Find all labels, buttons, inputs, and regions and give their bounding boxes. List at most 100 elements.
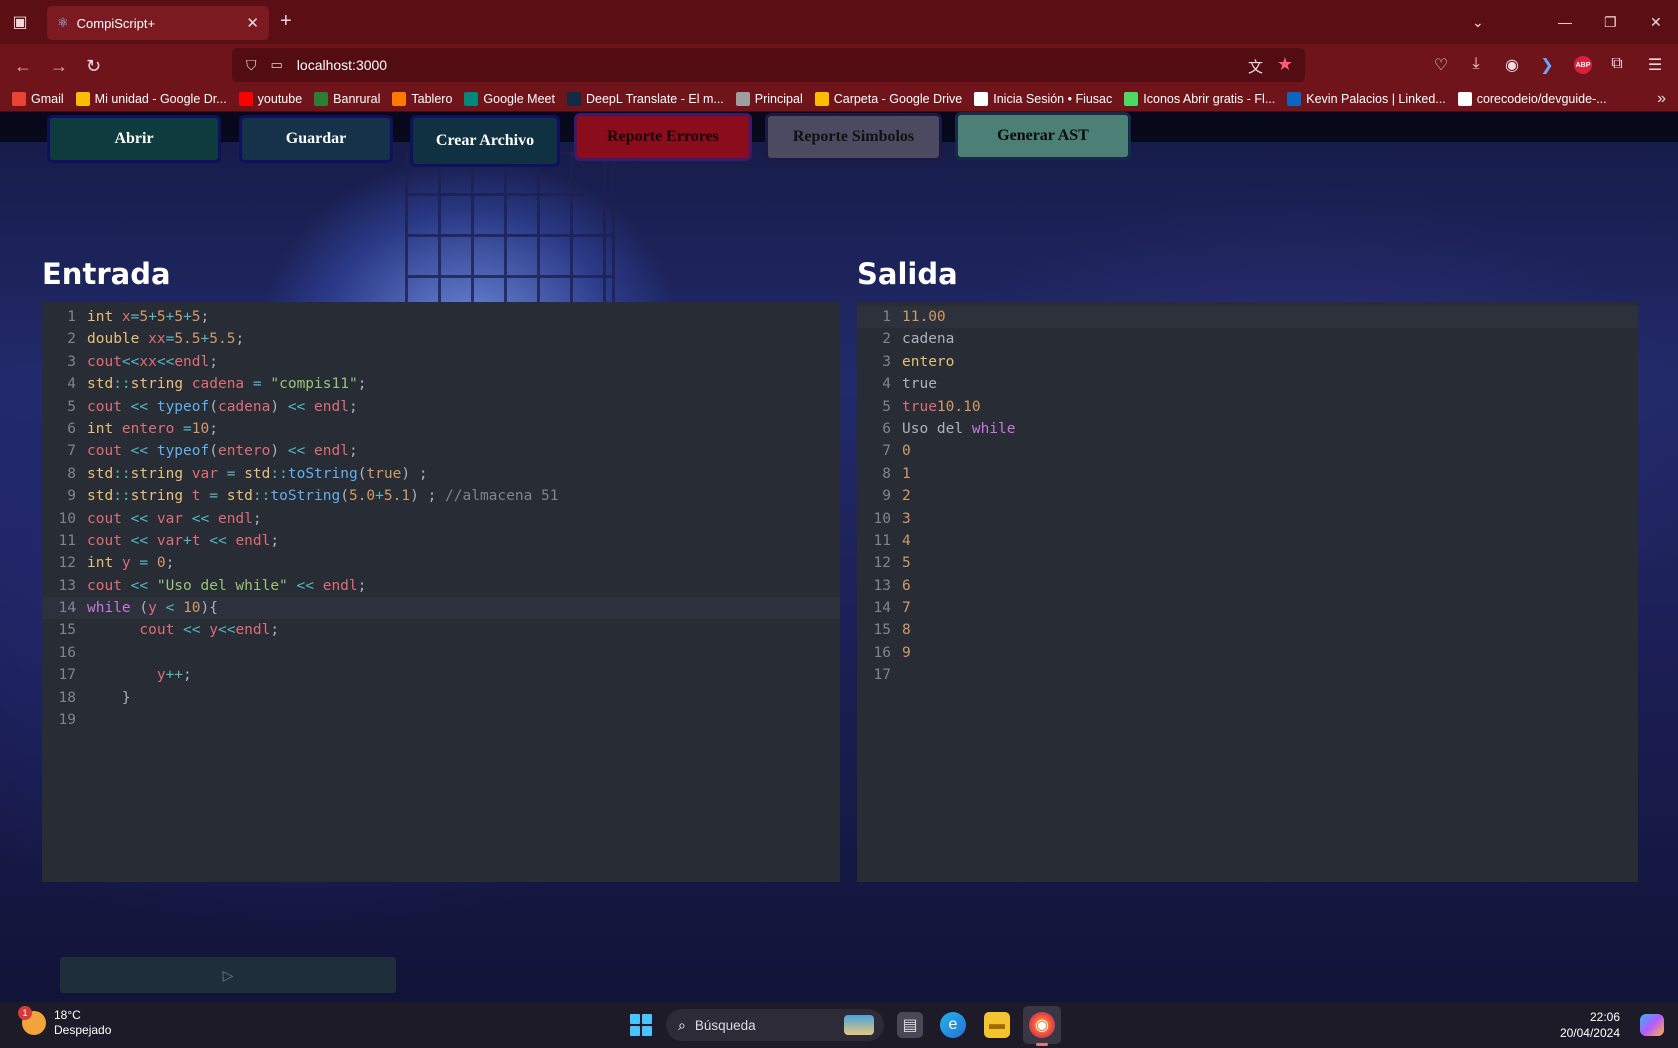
- line-number: 13: [58, 577, 76, 594]
- code-token: cout: [87, 353, 122, 370]
- edge-icon[interactable]: e: [940, 1012, 966, 1038]
- code-token: <<: [156, 353, 175, 370]
- page-info-icon[interactable]: ▭: [271, 57, 283, 73]
- play-icon[interactable]: ▷: [223, 967, 234, 984]
- shield-icon[interactable]: ⛉: [246, 57, 257, 74]
- extension-arrow-icon[interactable]: ❯: [1536, 55, 1558, 75]
- downloads-icon[interactable]: ⤓: [1465, 55, 1487, 73]
- code-token: <<: [121, 577, 157, 594]
- fold-chevron-icon[interactable]: ⌄: [71, 597, 77, 619]
- close-window-icon[interactable]: ✕: [1650, 0, 1662, 44]
- bookmark-item[interactable]: Tablero: [392, 91, 453, 106]
- code-token: true: [902, 376, 937, 393]
- tab-list-icon[interactable]: ▣: [0, 0, 40, 44]
- code-line: 14 ⌄ while (y < 10){: [42, 597, 840, 620]
- reporte-simbolos-button[interactable]: Reporte Simbolos: [765, 113, 942, 161]
- code-token: 5.5: [174, 331, 201, 348]
- firefox-icon[interactable]: ◉: [1029, 1012, 1055, 1038]
- entrada-code-editor[interactable]: 1 int x=5+5+5+5; 2 double xx=5.5+5.5; 3 cout…: [42, 302, 840, 882]
- bookmark-item[interactable]: Carpeta - Google Drive: [814, 91, 962, 106]
- line-number: 15: [873, 622, 891, 639]
- code-token: Uso del: [902, 420, 972, 437]
- account-icon[interactable]: ◉: [1501, 55, 1523, 75]
- taskbar-search[interactable]: ⌕ Búsqueda: [666, 1009, 884, 1041]
- system-clock[interactable]: 22:06 20/04/2024: [1560, 1009, 1620, 1041]
- bookmark-item[interactable]: Iconos Abrir gratis - Fl...: [1124, 91, 1275, 106]
- copilot-icon[interactable]: [1640, 1014, 1664, 1036]
- bookmark-item[interactable]: Gmail: [12, 91, 64, 106]
- bottom-player-panel[interactable]: ▷: [60, 957, 396, 993]
- line-number: 4: [882, 376, 891, 393]
- tab-overflow-chevron-icon[interactable]: ⌄: [1472, 0, 1484, 44]
- abrir-button[interactable]: Abrir: [47, 115, 221, 163]
- guardar-button[interactable]: Guardar: [239, 115, 393, 163]
- address-bar[interactable]: ⛉ ▭ localhost:3000 文 ★: [232, 48, 1305, 82]
- code-line: 12 int y = 0;: [42, 552, 840, 574]
- code-token: y: [148, 600, 157, 617]
- code-token: ;: [235, 331, 245, 348]
- code-token: =: [165, 331, 175, 348]
- browser-tab[interactable]: ⚛ CompiScript+ ✕: [47, 6, 269, 40]
- code-token: 0: [156, 555, 166, 572]
- crear-archivo-button[interactable]: Crear Archivo: [410, 115, 560, 167]
- pocket-icon[interactable]: ♡: [1430, 55, 1452, 75]
- bookmark-star-icon[interactable]: ★: [1277, 54, 1293, 75]
- line-number: 16: [873, 644, 891, 661]
- bookmark-label: DeepL Translate - El m...: [585, 91, 724, 106]
- line-number: 14: [873, 600, 891, 617]
- code-line: 2 cadena: [857, 328, 1638, 350]
- bookmark-item[interactable]: Kevin Palacios | Linked...: [1287, 91, 1446, 106]
- menu-icon[interactable]: ☰: [1644, 55, 1666, 75]
- windows-start-icon[interactable]: [630, 1014, 652, 1036]
- code-token: entero: [217, 443, 271, 460]
- bookmark-label: Tablero: [411, 91, 453, 106]
- code-token: ;: [270, 622, 280, 639]
- generar-ast-button[interactable]: Generar AST: [955, 112, 1131, 160]
- code-line: 92: [857, 485, 1638, 507]
- salida-output-editor[interactable]: 1 11.00 2 cadena 3 entero 4 true 5 true10.10 6 Uso …: [857, 302, 1638, 882]
- code-text: cout << typeof(entero) << endl;: [87, 440, 358, 462]
- code-token: =: [200, 488, 227, 505]
- translate-icon[interactable]: 文: [1248, 56, 1263, 77]
- code-line: 70: [857, 440, 1638, 462]
- bookmark-item[interactable]: corecodeio/devguide-...: [1457, 91, 1607, 106]
- minimize-icon[interactable]: —: [1558, 0, 1572, 44]
- code-token: +: [183, 309, 192, 325]
- close-tab-icon[interactable]: ✕: [246, 14, 259, 32]
- code-token: cout: [87, 577, 122, 594]
- code-text: while (y < 10){: [87, 597, 218, 619]
- more-bookmarks-icon[interactable]: »: [1657, 90, 1666, 108]
- restore-icon[interactable]: ❐: [1604, 0, 1617, 44]
- line-number: 8: [67, 465, 76, 482]
- task-view-icon[interactable]: ▤: [897, 1012, 923, 1038]
- bookmark-item[interactable]: Mi unidad - Google Dr...: [75, 91, 227, 106]
- code-text: cout << "Uso del while" << endl;: [87, 575, 366, 597]
- file-explorer-icon[interactable]: ▬: [984, 1012, 1010, 1038]
- bookmark-item[interactable]: Banrural: [314, 91, 380, 106]
- forward-icon[interactable]: →: [50, 56, 68, 77]
- back-icon[interactable]: ←: [14, 56, 32, 77]
- active-indicator: [1036, 1043, 1048, 1046]
- code-token: <<: [279, 443, 315, 460]
- code-token: var: [191, 465, 218, 482]
- meet-icon: [464, 91, 479, 106]
- reload-icon[interactable]: ↻: [86, 56, 101, 77]
- weather-widget[interactable]: 1 18°C Despejado: [18, 1006, 111, 1038]
- extensions-puzzle-icon[interactable]: ⧉: [1606, 55, 1628, 73]
- code-token: endl: [235, 532, 271, 549]
- code-token: 5.5: [209, 331, 236, 348]
- line-number: 9: [882, 488, 891, 505]
- new-tab-icon[interactable]: +: [280, 10, 292, 33]
- react-favicon-icon: ⚛: [57, 15, 69, 30]
- reporte-errores-button[interactable]: Reporte Errores: [574, 113, 752, 161]
- bookmark-item[interactable]: Inicia Sesión • Fiusac: [974, 91, 1112, 106]
- code-token: ;: [270, 532, 280, 549]
- bookmark-item[interactable]: Principal: [735, 91, 803, 106]
- bookmark-item[interactable]: Google Meet: [464, 91, 555, 106]
- adblock-icon[interactable]: ABP: [1574, 56, 1592, 74]
- bookmark-item[interactable]: youtube: [238, 91, 302, 106]
- windows-taskbar: 1 18°C Despejado ⌕ Búsqueda ▤ e ▬ ◉ 22:0…: [0, 1002, 1678, 1048]
- code-token: 5: [174, 309, 184, 325]
- bookmark-item[interactable]: DeepL Translate - El m...: [566, 91, 724, 106]
